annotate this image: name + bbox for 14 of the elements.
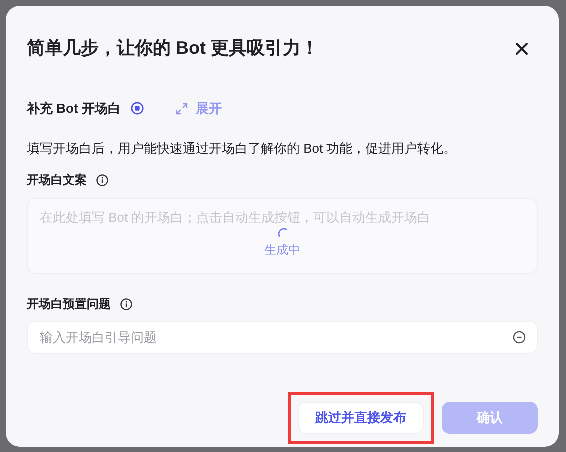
field-label: 开场白预置问题 [27,296,111,313]
loading-label: 生成中 [264,242,300,259]
description: 填写开场白后，用户能快速通过开场白了解你的 Bot 功能，促进用户转化。 [27,140,458,158]
info-icon [96,174,109,186]
question-field[interactable]: 输入开场白引导问题 [27,321,538,354]
radio-icon [130,102,144,116]
expand-icon [176,102,188,115]
info-icon [120,298,133,310]
dialog-title: 简单几步，让你的 Bot 更具吸引力！ [27,37,319,60]
field-label: 开场白文案 [27,172,87,189]
section-label: 补充 Bot 开场白 [27,100,121,118]
close-icon [515,42,529,56]
remove-icon[interactable] [513,331,526,344]
skip-button[interactable]: 跳过并直接发布 [298,402,424,434]
